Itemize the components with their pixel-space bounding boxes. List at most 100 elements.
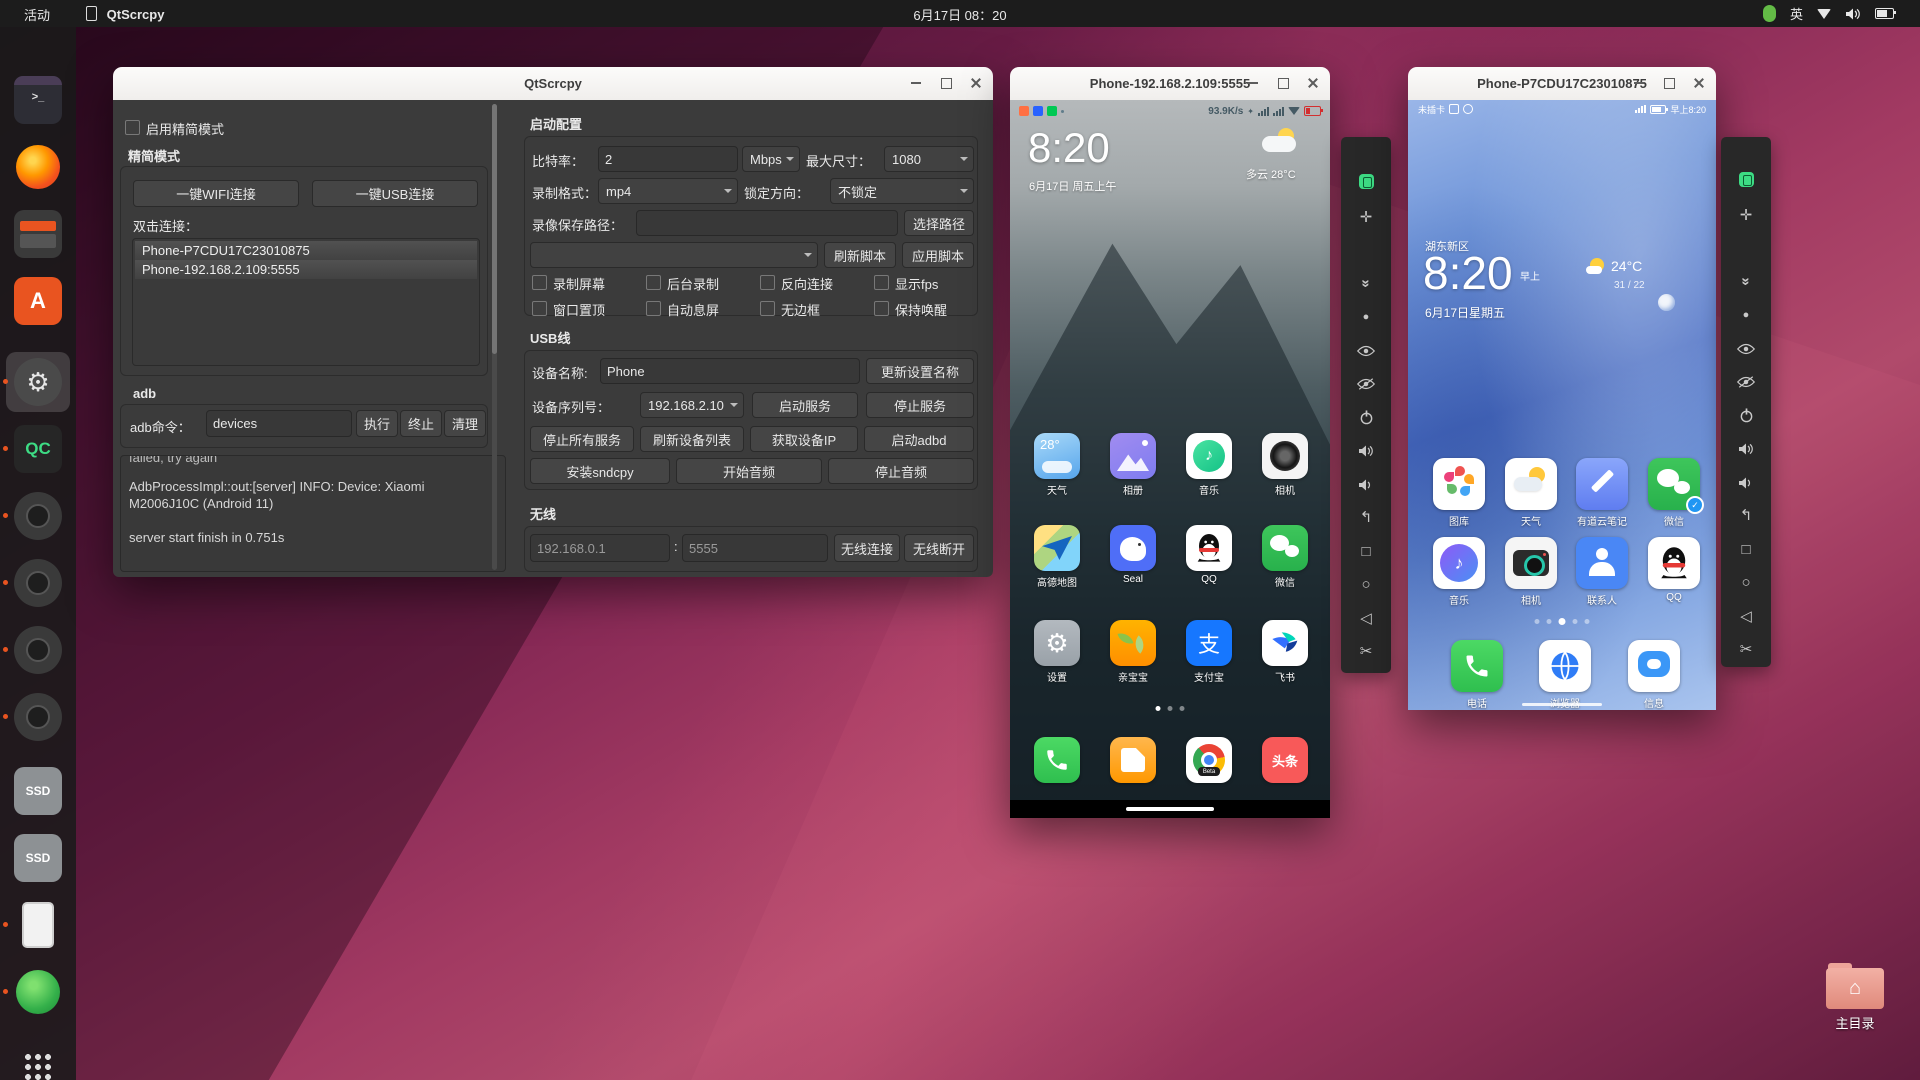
dock-chrome-app[interactable]: Beta bbox=[1186, 737, 1232, 783]
expand-notification-icon[interactable]: » bbox=[1721, 268, 1771, 294]
adb-clear-button[interactable]: 清理 bbox=[444, 410, 486, 437]
expand-notification-icon[interactable]: » bbox=[1341, 270, 1391, 296]
close-button[interactable] bbox=[1690, 74, 1708, 92]
mirror-instance-icon[interactable] bbox=[14, 559, 62, 607]
app-seal[interactable]: Seal bbox=[1110, 525, 1156, 585]
assistant-ball-icon[interactable] bbox=[1658, 294, 1675, 311]
frameless-checkbox[interactable] bbox=[760, 301, 775, 316]
home-icon[interactable]: ○ bbox=[1721, 569, 1771, 595]
one-key-wifi-button[interactable]: 一键WIFI连接 bbox=[133, 180, 299, 207]
home-icon[interactable]: ○ bbox=[1341, 571, 1391, 597]
app-camera2[interactable]: 相机 bbox=[1505, 537, 1557, 607]
show-fps-checkbox[interactable] bbox=[874, 275, 889, 290]
qtscrcpy-titlebar[interactable]: QtScrcpy bbox=[113, 67, 993, 101]
power-icon[interactable] bbox=[1721, 402, 1771, 428]
screen-off-icon[interactable] bbox=[1341, 371, 1391, 397]
qtscrcpy-dock-icon[interactable]: QC bbox=[14, 425, 62, 473]
phone2-titlebar[interactable]: Phone-P7CDU17C23010875 bbox=[1408, 67, 1716, 101]
app-camera[interactable]: 相机 bbox=[1262, 433, 1308, 497]
apply-script-button[interactable]: 应用脚本 bbox=[902, 242, 974, 268]
screen-off-icon[interactable] bbox=[1721, 369, 1771, 395]
wireless-ip-input[interactable]: 192.168.0.1 bbox=[530, 534, 670, 562]
device-list-item[interactable]: Phone-P7CDU17C23010875 bbox=[135, 241, 477, 260]
maximize-button[interactable] bbox=[1274, 74, 1292, 92]
settings-icon[interactable]: ⚙ bbox=[14, 358, 62, 406]
ubuntu-software-icon[interactable]: A bbox=[14, 277, 62, 325]
app-qq2[interactable]: QQ bbox=[1648, 537, 1700, 603]
app-music2[interactable]: ♪ 音乐 bbox=[1433, 537, 1485, 607]
app-settings[interactable]: ⚙ 设置 bbox=[1034, 620, 1080, 684]
volume-down-icon[interactable] bbox=[1341, 472, 1391, 498]
keep-awake-checkbox[interactable] bbox=[874, 301, 889, 316]
clock-menu[interactable]: 6月17日 08：20 bbox=[913, 5, 1006, 24]
fullscreen-icon[interactable]: ✛ bbox=[1721, 202, 1771, 228]
device-name-input[interactable]: Phone bbox=[600, 358, 860, 384]
app-wechat2[interactable]: ✓ 微信 bbox=[1648, 458, 1700, 528]
media-player-icon[interactable] bbox=[14, 968, 62, 1016]
volume-icon[interactable] bbox=[1845, 7, 1861, 21]
app-alipay[interactable]: 支 支付宝 bbox=[1186, 620, 1232, 684]
close-button[interactable] bbox=[1304, 74, 1322, 92]
script-combo[interactable] bbox=[530, 242, 818, 268]
screen-on-icon[interactable] bbox=[1721, 336, 1771, 362]
device-list[interactable]: Phone-P7CDU17C23010875 Phone-192.168.2.1… bbox=[132, 238, 480, 366]
phone1-screen[interactable]: 93.9K/s ✦ 8:20 6月17日 周五上午 多云 28°C 28° bbox=[1010, 100, 1330, 818]
screenshot-icon[interactable]: ● bbox=[1721, 302, 1771, 328]
clipboard-icon[interactable]: ✂ bbox=[1341, 638, 1391, 664]
system-tray[interactable]: 英 bbox=[1763, 4, 1894, 23]
dock-gallery-app[interactable] bbox=[1110, 737, 1156, 783]
dock-phone-app[interactable] bbox=[1034, 737, 1080, 783]
power-icon[interactable] bbox=[1341, 404, 1391, 430]
dock-browser-app[interactable]: 浏览器 bbox=[1539, 640, 1591, 710]
menu-icon[interactable]: □ bbox=[1721, 536, 1771, 562]
refresh-device-list-button[interactable]: 刷新设备列表 bbox=[640, 426, 744, 452]
lock-orientation-combo[interactable]: 不锁定 bbox=[830, 178, 974, 204]
activities-button[interactable]: 活动 bbox=[24, 5, 50, 24]
update-name-button[interactable]: 更新设置名称 bbox=[866, 358, 974, 384]
left-pane-scrollbar[interactable] bbox=[492, 104, 497, 570]
clipboard-icon[interactable]: ✂ bbox=[1721, 636, 1771, 662]
screenshot-icon[interactable]: ● bbox=[1341, 304, 1391, 330]
wireless-disconnect-button[interactable]: 无线断开 bbox=[904, 534, 974, 562]
app-youdao-note[interactable]: 有道云笔记 bbox=[1576, 458, 1628, 528]
qtscrcpy-logo-icon[interactable] bbox=[1721, 166, 1771, 192]
mirror-instance-icon[interactable] bbox=[14, 693, 62, 741]
rotate-screen-icon[interactable]: ↰ bbox=[1341, 504, 1391, 530]
files-icon[interactable] bbox=[14, 210, 62, 258]
refresh-script-button[interactable]: 刷新脚本 bbox=[824, 242, 896, 268]
app-music[interactable]: ♪ 音乐 bbox=[1186, 433, 1232, 497]
minimize-button[interactable] bbox=[907, 74, 925, 92]
qtscrcpy-tray-icon[interactable] bbox=[1763, 5, 1776, 22]
app-qq[interactable]: QQ bbox=[1186, 525, 1232, 585]
device-list-item[interactable]: Phone-192.168.2.109:5555 bbox=[135, 260, 477, 279]
phone1-titlebar[interactable]: Phone-192.168.2.109:5555 bbox=[1010, 67, 1330, 101]
bitrate-unit-combo[interactable]: Mbps bbox=[742, 146, 800, 172]
app-wechat[interactable]: 微信 bbox=[1262, 525, 1308, 589]
adb-execute-button[interactable]: 执行 bbox=[356, 410, 398, 437]
app-huawei-gallery[interactable]: 图库 bbox=[1433, 458, 1485, 528]
wifi-icon[interactable] bbox=[1817, 9, 1831, 19]
qtscrcpy-logo-icon[interactable] bbox=[1341, 168, 1391, 194]
adb-log-output[interactable]: failed, try again AdbProcessImpl::out:[s… bbox=[120, 455, 506, 572]
max-size-combo[interactable]: 1080 bbox=[884, 146, 974, 172]
mirror-instance-icon[interactable] bbox=[14, 626, 62, 674]
tablet-device-icon[interactable] bbox=[14, 901, 62, 949]
close-button[interactable] bbox=[967, 74, 985, 92]
serial-combo[interactable]: 192.168.2.10 bbox=[640, 392, 744, 418]
fullscreen-icon[interactable]: ✛ bbox=[1341, 204, 1391, 230]
phone2-screen[interactable]: 未插卡 早上8:20 湖东新区 8:20 早上 24°C bbox=[1408, 100, 1716, 710]
minimize-button[interactable] bbox=[1630, 74, 1648, 92]
screen-on-icon[interactable] bbox=[1341, 338, 1391, 364]
stop-service-button[interactable]: 停止服务 bbox=[866, 392, 974, 418]
wireless-connect-button[interactable]: 无线连接 bbox=[834, 534, 900, 562]
mirror-instance-icon[interactable] bbox=[14, 492, 62, 540]
start-audio-button[interactable]: 开始音频 bbox=[676, 458, 822, 484]
one-key-usb-button[interactable]: 一键USB连接 bbox=[312, 180, 478, 207]
ssd-drive-icon[interactable]: SSD bbox=[14, 834, 62, 882]
volume-down-icon[interactable] bbox=[1721, 470, 1771, 496]
app-qinbaobao[interactable]: 亲宝宝 bbox=[1110, 620, 1156, 684]
app-gallery[interactable]: 相册 bbox=[1110, 433, 1156, 497]
adb-kill-button[interactable]: 终止 bbox=[400, 410, 442, 437]
start-adbd-button[interactable]: 启动adbd bbox=[864, 426, 974, 452]
app-weather2[interactable]: 天气 bbox=[1505, 458, 1557, 528]
